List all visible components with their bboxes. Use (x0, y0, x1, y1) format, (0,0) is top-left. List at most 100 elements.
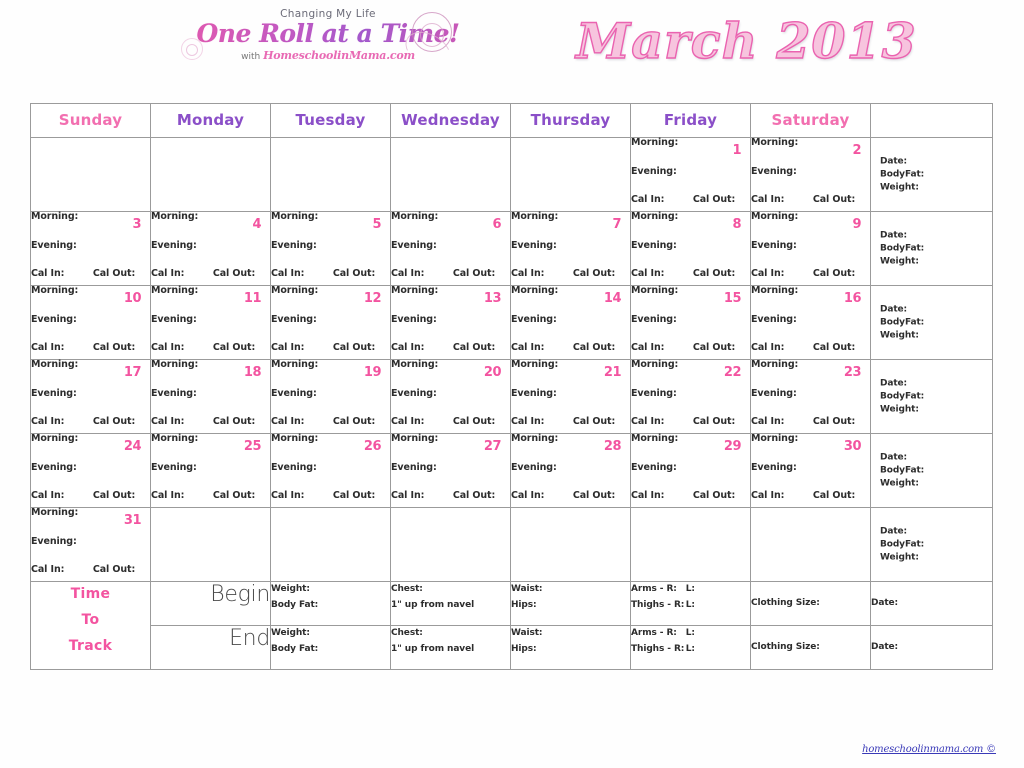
decorative-swirl-icon (186, 44, 198, 56)
tracker-weight-cell[interactable]: Weight: Body Fat: (270, 625, 391, 670)
weekly-summary-fields: Date: BodyFat: Weight: (880, 451, 924, 490)
calorie-fields-row: Cal In: Cal Out: (391, 491, 510, 501)
calendar-day-cell[interactable]: 29 Morning: Evening: Cal In: Cal Out: (630, 433, 751, 508)
calorie-fields-row: Cal In: Cal Out: (151, 417, 270, 427)
calendar-day-cell[interactable]: 25 Morning: Evening: Cal In: Cal Out: (150, 433, 271, 508)
cal-in-field-label: Cal In: (631, 194, 665, 205)
calendar-day-cell[interactable]: 30 Morning: Evening: Cal In: Cal Out: (750, 433, 871, 508)
calendar-day-cell[interactable]: 23 Morning: Evening: Cal In: Cal Out: (750, 359, 871, 434)
evening-field-label: Evening: (631, 165, 677, 177)
weekly-summary-cell[interactable]: Date: BodyFat: Weight: (870, 137, 993, 212)
tracker-chest-cell[interactable]: Chest: 1" up from navel (390, 581, 511, 626)
calendar-day-cell[interactable]: 5 Morning: Evening: Cal In: Cal Out: (270, 211, 391, 286)
calendar-day-cell[interactable]: 3 Morning: Evening: Cal In: Cal Out: (30, 211, 151, 286)
weekly-summary-cell[interactable]: Date: BodyFat: Weight: (870, 211, 993, 286)
summary-date-label: Date: (880, 155, 908, 166)
tracker-weight-cell[interactable]: Weight: Body Fat: (270, 581, 391, 626)
evening-field-label: Evening: (511, 313, 557, 325)
calendar-day-cell[interactable]: 31 Morning: Evening: Cal In: Cal Out: (30, 507, 151, 582)
tracker-date-cell[interactable]: Date: (870, 625, 993, 670)
weekly-summary-cell[interactable]: Date: BodyFat: Weight: (870, 433, 993, 508)
calendar-day-cell[interactable]: 20 Morning: Evening: Cal In: Cal Out: (390, 359, 511, 434)
calendar-day-cell[interactable]: 21 Morning: Evening: Cal In: Cal Out: (510, 359, 631, 434)
calendar-week-row: 24 Morning: Evening: Cal In: Cal Out: 25 Morni… (30, 433, 993, 508)
tracker-chest-cell[interactable]: Chest: 1" up from navel (390, 625, 511, 670)
tracker-clothing-size-cell[interactable]: Clothing Size: (750, 625, 871, 670)
cal-out-field-label: Cal Out: (572, 342, 616, 353)
cal-out-field-label: Cal Out: (812, 490, 856, 501)
calendar-day-cell[interactable]: 14 Morning: Evening: Cal In: Cal Out: (510, 285, 631, 360)
tracker-limbs-cell[interactable]: Arms - R: L: Thighs - R: L: (630, 581, 751, 626)
calendar-day-cell-empty (270, 137, 391, 212)
cal-out-field-label: Cal Out: (332, 416, 376, 427)
calendar-day-cell[interactable]: 27 Morning: Evening: Cal In: Cal Out: (390, 433, 511, 508)
calendar-day-cell[interactable]: 26 Morning: Evening: Cal In: Cal Out: (270, 433, 391, 508)
day-number: 28 (603, 439, 622, 454)
cal-out-field-label: Cal Out: (92, 342, 136, 353)
day-header-label: Tuesday (295, 111, 366, 129)
cal-out-field-label: Cal Out: (572, 490, 616, 501)
time-to-track-line-1: Time (70, 586, 111, 602)
calendar-day-cell-empty (270, 507, 391, 582)
calendar-day-cell[interactable]: 16 Morning: Evening: Cal In: Cal Out: (750, 285, 871, 360)
day-header-monday: Monday (150, 103, 271, 138)
day-number: 5 (372, 217, 381, 232)
tracker-waist-cell[interactable]: Waist: Hips: (510, 581, 631, 626)
tracker-waist-cell[interactable]: Waist: Hips: (510, 625, 631, 670)
tracker-weight-label: Weight: (271, 584, 310, 594)
cal-out-field-label: Cal Out: (212, 416, 256, 427)
calendar-day-cell[interactable]: 2 Morning: Evening: Cal In: Cal Out: (750, 137, 871, 212)
summary-weight-label: Weight: (880, 552, 919, 563)
calendar-day-cell[interactable]: 7 Morning: Evening: Cal In: Cal Out: (510, 211, 631, 286)
evening-field-label: Evening: (631, 387, 677, 399)
tracker-waist-label: Waist: (511, 584, 543, 594)
calendar-day-cell[interactable]: 19 Morning: Evening: Cal In: Cal Out: (270, 359, 391, 434)
weekly-summary-cell[interactable]: Date: BodyFat: Weight: (870, 285, 993, 360)
calendar-day-cell-empty (510, 507, 631, 582)
cal-in-field-label: Cal In: (271, 490, 305, 501)
calendar-day-cell[interactable]: 8 Morning: Evening: Cal In: Cal Out: (630, 211, 751, 286)
calendar-day-cell[interactable]: 17 Morning: Evening: Cal In: Cal Out: (30, 359, 151, 434)
day-number: 25 (243, 439, 262, 454)
calendar-day-cell[interactable]: 22 Morning: Evening: Cal In: Cal Out: (630, 359, 751, 434)
calendar-day-cell[interactable]: 18 Morning: Evening: Cal In: Cal Out: (150, 359, 271, 434)
calendar-day-cell[interactable]: 11 Morning: Evening: Cal In: Cal Out: (150, 285, 271, 360)
cal-out-field-label: Cal Out: (812, 194, 856, 205)
calendar-day-cell[interactable]: 13 Morning: Evening: Cal In: Cal Out: (390, 285, 511, 360)
weekly-summary-cell[interactable]: Date: BodyFat: Weight: (870, 507, 993, 582)
cal-in-field-label: Cal In: (751, 268, 785, 279)
evening-field-label: Evening: (751, 461, 797, 473)
evening-field-label: Evening: (391, 387, 437, 399)
calorie-fields-row: Cal In: Cal Out: (151, 269, 270, 279)
calendar-day-cell[interactable]: 6 Morning: Evening: Cal In: Cal Out: (390, 211, 511, 286)
day-number: 26 (363, 439, 382, 454)
calendar-day-cell[interactable]: 15 Morning: Evening: Cal In: Cal Out: (630, 285, 751, 360)
calendar-day-cell[interactable]: 4 Morning: Evening: Cal In: Cal Out: (150, 211, 271, 286)
day-number: 8 (732, 217, 741, 232)
tracker-date-label: Date: (871, 597, 899, 608)
weekly-summary-fields: Date: BodyFat: Weight: (880, 229, 924, 268)
cal-in-field-label: Cal In: (631, 416, 665, 427)
calendar-day-cell[interactable]: 9 Morning: Evening: Cal In: Cal Out: (750, 211, 871, 286)
calendar-day-cell[interactable]: 24 Morning: Evening: Cal In: Cal Out: (30, 433, 151, 508)
cal-in-field-label: Cal In: (31, 564, 65, 575)
calendar-day-cell[interactable]: 12 Morning: Evening: Cal In: Cal Out: (270, 285, 391, 360)
cal-out-field-label: Cal Out: (452, 268, 496, 279)
footer-site-link[interactable]: homeschoolinmama.com © (862, 744, 996, 755)
cal-in-field-label: Cal In: (151, 416, 185, 427)
tracker-chest-label: Chest: (391, 628, 423, 638)
weekly-summary-cell[interactable]: Date: BodyFat: Weight: (870, 359, 993, 434)
day-header-summary (870, 103, 993, 138)
tracker-clothing-size-cell[interactable]: Clothing Size: (750, 581, 871, 626)
tracker-date-cell[interactable]: Date: (870, 581, 993, 626)
calendar-day-cell[interactable]: 10 Morning: Evening: Cal In: Cal Out: (30, 285, 151, 360)
calendar-day-cell[interactable]: 28 Morning: Evening: Cal In: Cal Out: (510, 433, 631, 508)
evening-field-label: Evening: (151, 239, 197, 251)
cal-in-field-label: Cal In: (31, 268, 65, 279)
day-number: 4 (252, 217, 261, 232)
calendar-day-cell[interactable]: 1 Morning: Evening: Cal In: Cal Out: (630, 137, 751, 212)
tracker-limbs-cell[interactable]: Arms - R: L: Thighs - R: L: (630, 625, 751, 670)
summary-weight-label: Weight: (880, 404, 919, 415)
day-number: 11 (243, 291, 262, 306)
day-header-tuesday: Tuesday (270, 103, 391, 138)
